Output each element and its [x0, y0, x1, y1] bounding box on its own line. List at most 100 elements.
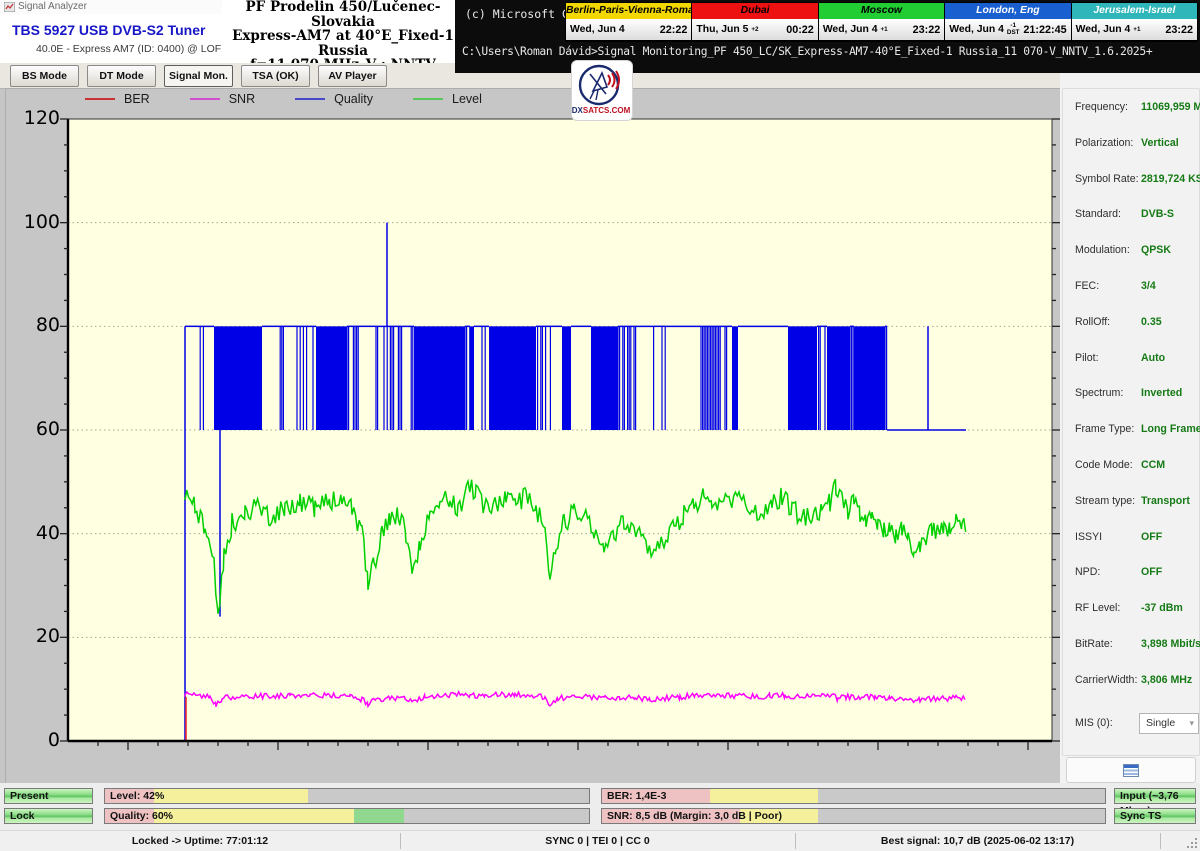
statusbar-section-1: SYNC 0 | TEI 0 | CC 0: [400, 831, 795, 851]
bar-segment: [710, 789, 819, 803]
lock-indicator: Lock: [4, 808, 93, 824]
param-label: RollOff:: [1075, 316, 1110, 328]
signal-chart-plot[interactable]: [56, 113, 1064, 760]
level-label: Level: 42%: [110, 789, 164, 803]
bar-segment: [154, 809, 354, 823]
clock-utc-offset: +1: [877, 26, 887, 34]
param-value: Long Frame: [1141, 423, 1200, 435]
ber-progressbar: BER: 1,4E-3: [601, 788, 1106, 804]
mis-label: MIS (0):: [1075, 717, 1113, 729]
input-indicator: Input (~3,76 Mbps): [1114, 788, 1196, 804]
legend-line: [85, 98, 115, 100]
param-label: BitRate:: [1075, 638, 1113, 650]
param-label: Pilot:: [1075, 352, 1099, 364]
tab-signal-mon-[interactable]: Signal Mon.: [164, 65, 233, 87]
tab-tsa-ok-[interactable]: TSA (OK): [241, 65, 310, 87]
param-row-frame-type-: Frame Type: Long Frame: [1063, 415, 1199, 445]
param-value: DVB-S: [1141, 208, 1174, 220]
legend-label: Quality: [334, 92, 373, 106]
tuning-parameters-sidebar: MIS (0): Single ▾ Frequency: 11069,959 MH…: [1060, 73, 1200, 785]
snr-label: SNR: 8,5 dB (Margin: 3,0 dB | Poor): [607, 809, 782, 823]
param-label: Standard:: [1075, 208, 1121, 220]
param-label: Frequency:: [1075, 101, 1128, 113]
param-label: ISSYI: [1075, 531, 1102, 543]
clock-berlin-paris-vienna-roma: Berlin-Paris-Vienna-RomaWed, Jun 422:22: [566, 3, 692, 41]
legend-item-snr: SNR: [190, 92, 255, 106]
satellite-dish-icon: DXSATCS.COM: [572, 61, 630, 118]
y-tick-label-80: 80: [4, 314, 60, 336]
level-progressbar: Level: 42%: [104, 788, 590, 804]
param-label: Modulation:: [1075, 244, 1130, 256]
legend-label: BER: [124, 92, 150, 106]
y-tick-label-20: 20: [4, 625, 60, 647]
param-label: Polarization:: [1075, 137, 1133, 149]
param-row-polarization-: Polarization: Vertical: [1063, 129, 1199, 159]
legend-line: [190, 98, 220, 100]
param-row-rolloff-: RollOff: 0.35: [1063, 308, 1199, 338]
transponder-list-button[interactable]: [1066, 757, 1196, 783]
param-row-npd-: NPD: OFF: [1063, 558, 1199, 588]
clock-city: Berlin-Paris-Vienna-Roma: [566, 3, 691, 19]
resize-grip[interactable]: [1186, 837, 1198, 849]
clock-time: 23:22: [1165, 24, 1197, 36]
param-label: Symbol Rate:: [1075, 173, 1139, 185]
bar-segment: [354, 809, 403, 823]
legend-line: [413, 98, 443, 100]
quality-label: Quality: 60%: [110, 809, 173, 823]
param-value: QPSK: [1141, 244, 1171, 256]
param-row-spectrum-: Spectrum:Inverted: [1063, 379, 1199, 409]
clock-utc-offset: +1: [1130, 26, 1140, 34]
chevron-down-icon: ▾: [1189, 714, 1194, 732]
param-value: 0.35: [1141, 316, 1162, 328]
param-label: Stream type:: [1075, 495, 1135, 507]
y-tick-label-120: 120: [4, 107, 60, 129]
tab-dt-mode[interactable]: DT Mode: [87, 65, 156, 87]
param-row-fec-: FEC:3/4: [1063, 272, 1199, 302]
clock-date: Wed, Jun 4: [945, 24, 1004, 35]
quality-progressbar: Quality: 60%: [104, 808, 590, 824]
tab-bs-mode[interactable]: BS Mode: [10, 65, 79, 87]
param-label: Spectrum:: [1075, 387, 1123, 399]
statusbar: Locked -> Uptime: 77:01:12SYNC 0 | TEI 0…: [0, 830, 1200, 851]
param-label: NPD:: [1075, 566, 1100, 578]
clock-utc-offset: -1DST: [1004, 22, 1020, 37]
legend-item-level: Level: [413, 92, 482, 106]
tab-av-player[interactable]: AV Player: [318, 65, 387, 87]
clock-city: Moscow: [819, 3, 944, 19]
mis-dropdown[interactable]: Single ▾: [1139, 713, 1199, 734]
logo-text-rest: SATCS.COM: [583, 106, 630, 115]
param-row-pilot-: Pilot:Auto: [1063, 344, 1199, 374]
y-tick-label-100: 100: [4, 211, 60, 233]
legend-item-quality: Quality: [295, 92, 373, 106]
dxsatcs-logo: DXSATCS.COM: [571, 60, 633, 121]
chart-legend: BER SNR Quality Level: [85, 92, 508, 106]
param-row-modulation-: Modulation: QPSK: [1063, 236, 1199, 266]
param-value: Vertical: [1141, 137, 1179, 149]
param-value: OFF: [1141, 566, 1162, 578]
overlay-line-1: PF Prodelin 450/Lučenec-Slovakia: [222, 0, 464, 29]
clock-dubai: DubaiThu, Jun 5+200:22: [692, 3, 818, 41]
mis-row: MIS (0): Single ▾: [1063, 709, 1199, 739]
y-tick-label-60: 60: [4, 418, 60, 440]
overlay-line-2: Express-AM7 at 40°E_Fixed-1 Russia: [222, 29, 464, 58]
param-label: Frame Type:: [1075, 423, 1134, 435]
statusbar-section-2: Best signal: 10,7 dB (2025-06-02 13:17): [795, 831, 1160, 851]
clock-date: Wed, Jun 4: [1072, 24, 1131, 35]
console-prompt-line: C:\Users\Roman Dávid>Signal Monitoring_P…: [462, 45, 1152, 58]
clock-city: London, Eng: [945, 3, 1070, 19]
param-label: Code Mode:: [1075, 459, 1133, 471]
app-icon: [4, 2, 15, 12]
param-row-frequency-: Frequency: 11069,959 MHz: [1063, 93, 1199, 123]
window-title: Signal Analyzer: [18, 1, 87, 12]
clock-city: Dubai: [692, 3, 817, 19]
legend-line: [295, 98, 325, 100]
clock-utc-offset: [625, 29, 628, 30]
legend-item-ber: BER: [85, 92, 150, 106]
param-value: Transport: [1141, 495, 1190, 507]
y-tick-label-0: 0: [4, 729, 60, 751]
param-value: 11069,959 MHz: [1141, 101, 1200, 113]
clock-london-eng: London, EngWed, Jun 4-1DST21:22:45: [945, 3, 1071, 41]
param-row-stream-type-: Stream type: Transport: [1063, 487, 1199, 517]
clock-date: Wed, Jun 4: [819, 24, 878, 35]
y-tick-label-40: 40: [4, 522, 60, 544]
